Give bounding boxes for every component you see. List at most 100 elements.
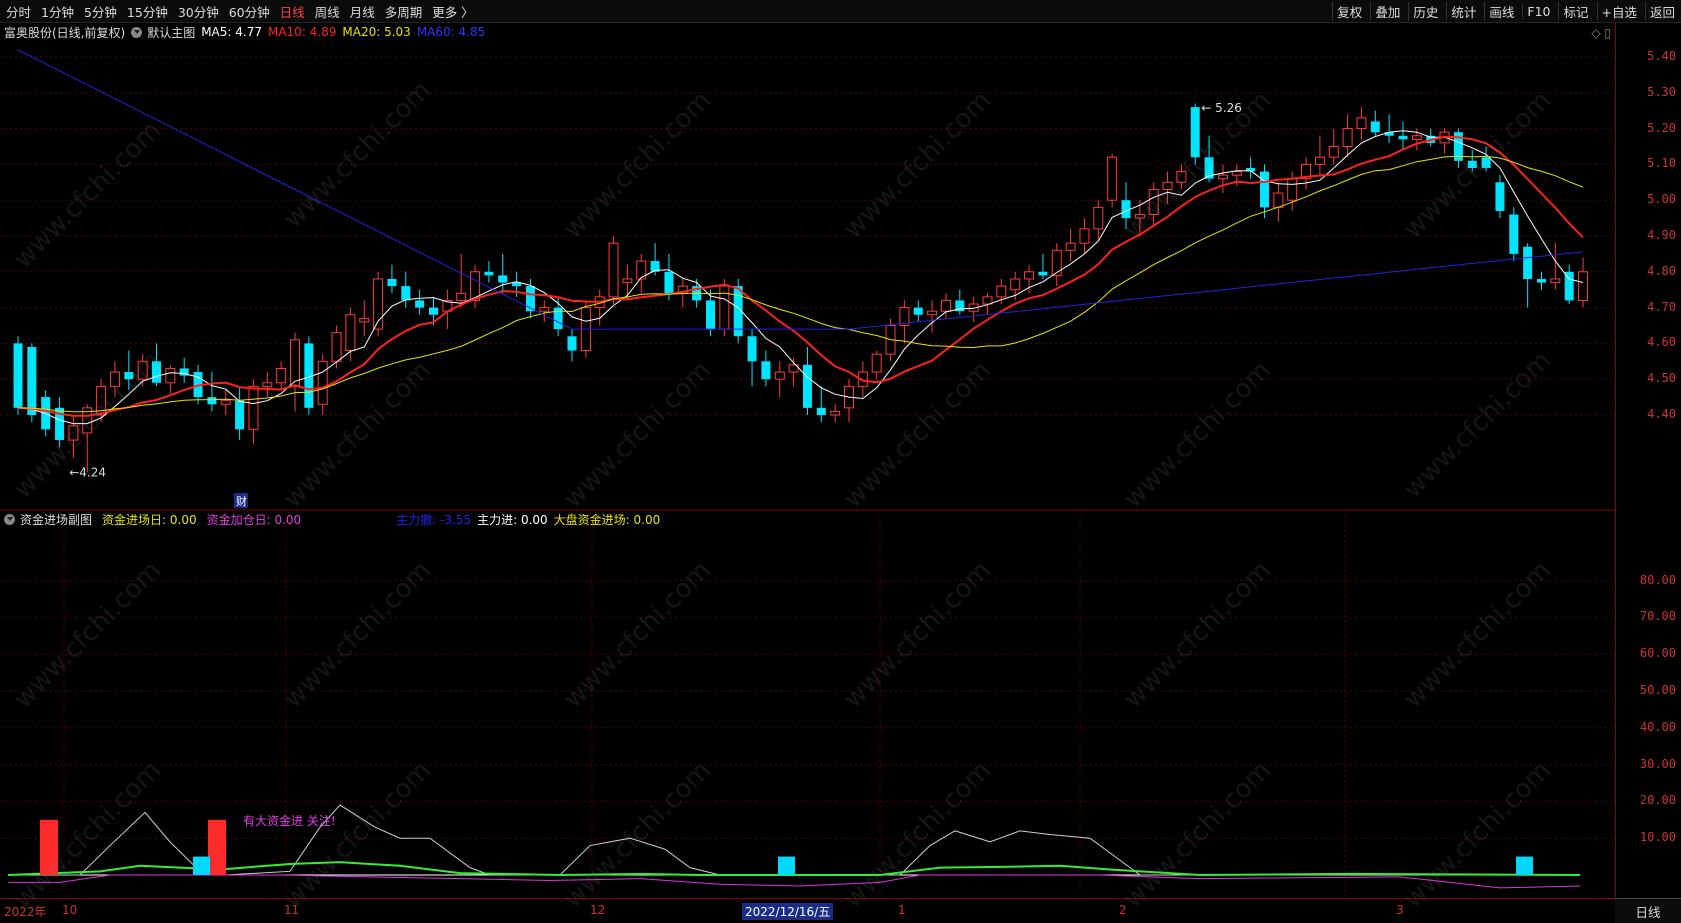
- period-toolbar: 分时 1分钟 5分钟 15分钟 30分钟 60分钟 日线 周线 月线 多周期 更多 〉 复权 叠加 历史…: [0, 0, 1681, 23]
- candle-body-up: [927, 310, 938, 316]
- candle-body-up: [1134, 214, 1145, 219]
- tool-button-2[interactable]: 历史: [1408, 1, 1442, 21]
- price-tick: 4.40: [1647, 407, 1676, 421]
- time-axis: 2022年 10 11 12 2022/12/16/五 1 2 3: [0, 898, 1615, 923]
- candle-body-down: [13, 343, 23, 408]
- candle-body-up: [248, 385, 259, 430]
- candle-body-up: [262, 382, 273, 387]
- time-label: 12: [590, 903, 606, 917]
- period-tab-4[interactable]: 30分钟: [178, 2, 219, 21]
- period-tab-10[interactable]: 更多 〉: [432, 2, 473, 21]
- price-tick: 5.30: [1647, 84, 1676, 99]
- candle-body-up: [774, 371, 785, 380]
- chart-corner-icons: ◇ ▯: [1591, 26, 1611, 40]
- fund-bar-red: [40, 819, 58, 875]
- sub-indicator-dropdown-icon[interactable]: [4, 513, 15, 525]
- period-tab-5[interactable]: 60分钟: [229, 2, 270, 21]
- market-fund-entry: 大盘资金进场: 0.00: [553, 512, 661, 527]
- sub-tick: 60.00: [1639, 646, 1676, 661]
- candle-body-up: [622, 278, 633, 284]
- tool-button-4[interactable]: 画线: [1484, 1, 1518, 21]
- candle-body-down: [706, 300, 715, 330]
- ma60-line: [17, 49, 1584, 330]
- price-tick: 4.80: [1647, 263, 1676, 278]
- candle-body-up: [220, 400, 231, 405]
- indicator-name[interactable]: 默认主图: [147, 24, 195, 41]
- candle-body-up: [608, 242, 619, 298]
- price-tick: 5.20: [1647, 120, 1676, 135]
- tool-button-8[interactable]: 返回: [1644, 1, 1679, 21]
- ma20-value: MA20: 5.03: [342, 25, 411, 39]
- candle-body-up: [1273, 192, 1284, 208]
- candle-body-up: [996, 285, 1007, 298]
- tool-button-5[interactable]: F10: [1522, 3, 1554, 19]
- tool-button-7[interactable]: +自选: [1596, 1, 1641, 21]
- time-label: 11: [284, 903, 300, 917]
- candle-body-up: [68, 425, 79, 441]
- candle-body-down: [1537, 278, 1546, 283]
- candle-body-down: [525, 286, 535, 312]
- candle-body-down: [1495, 182, 1505, 211]
- period-tab-7[interactable]: 周线: [315, 2, 340, 21]
- candle-body-down: [429, 307, 438, 315]
- period-tab-6[interactable]: 日线: [280, 2, 305, 21]
- sub-tick: 70.00: [1639, 609, 1676, 624]
- sub-indicator-name[interactable]: 资金进场副图: [20, 511, 92, 528]
- main-force-in: 主力进: 0.00: [477, 512, 548, 527]
- low-price-label: ←4.24: [69, 465, 106, 479]
- candle-body-up: [940, 299, 951, 312]
- price-chart[interactable]: ← 5.26 ←4.24 财有大资金进 关注!: [0, 22, 1615, 898]
- period-tab-2[interactable]: 5分钟: [84, 2, 117, 21]
- candle-body-down: [1509, 214, 1519, 254]
- fund-bar-red: [208, 819, 226, 875]
- tool-button-6[interactable]: 标记: [1558, 1, 1592, 21]
- candle-body-down: [498, 275, 508, 283]
- sub-note-label: 有大资金进 关注!: [243, 813, 336, 828]
- candle-body-up: [165, 367, 176, 384]
- ma10-value: MA10: 4.89: [267, 25, 337, 39]
- period-tab-8[interactable]: 月线: [350, 2, 375, 21]
- period-tab-daily[interactable]: 日线: [1615, 898, 1681, 923]
- candle-body-down: [1190, 107, 1200, 158]
- candle-body-up: [1107, 156, 1118, 201]
- oscillator-magenta: [8, 874, 1581, 889]
- period-tab-1[interactable]: 1分钟: [41, 2, 74, 21]
- candle-body-down: [1467, 160, 1477, 168]
- sub-tick: 20.00: [1639, 793, 1676, 808]
- tool-button-0[interactable]: 复权: [1332, 1, 1366, 21]
- candle-body-up: [456, 292, 467, 301]
- period-tab-3[interactable]: 15分钟: [127, 2, 168, 21]
- candle-body-down: [387, 278, 397, 287]
- ma20-line: [17, 155, 1584, 413]
- period-tab-0[interactable]: 分时: [6, 2, 31, 21]
- indicator-dropdown-icon[interactable]: [131, 26, 143, 38]
- fund-bar-cyan: [1516, 856, 1533, 875]
- candle-body-up: [1079, 228, 1090, 244]
- panel-icon[interactable]: ▯: [1604, 26, 1611, 40]
- candle-body-up: [1148, 188, 1159, 216]
- candle-body-down: [1523, 246, 1533, 279]
- main-force-out: 主力撤: -3.55: [396, 512, 472, 527]
- sub-tick: 40.00: [1639, 719, 1676, 734]
- candle-body-down: [27, 346, 37, 415]
- candle-body-down: [152, 361, 161, 383]
- ma5-value: MA5: 4.77: [201, 25, 262, 39]
- tool-buttons: 复权 叠加 历史 统计 画线 F10 标记 +自选 返回: [1328, 0, 1679, 22]
- candle-body-down: [747, 336, 757, 362]
- candle-body-up: [331, 332, 342, 362]
- candle-body-up: [1051, 249, 1062, 276]
- candle-body-up: [317, 360, 328, 405]
- candle-body-down: [484, 271, 494, 276]
- candle-body-down: [567, 336, 577, 351]
- candle-body-up: [1231, 171, 1242, 176]
- tool-button-3[interactable]: 统计: [1446, 1, 1480, 21]
- period-tab-9[interactable]: 多周期: [385, 2, 423, 21]
- time-label: 10: [62, 903, 78, 917]
- candle-body-up: [1328, 146, 1339, 158]
- fund-add-day: 资金加仓日: 0.00: [206, 512, 302, 527]
- candle-body-down: [761, 361, 771, 380]
- period-tabs: 分时 1分钟 5分钟 15分钟 30分钟 60分钟 日线 周线 月线 多周期 更多 〉: [6, 0, 484, 22]
- diamond-icon[interactable]: ◇: [1591, 26, 1600, 40]
- high-price-label: ← 5.26: [1201, 101, 1242, 115]
- tool-button-1[interactable]: 叠加: [1370, 1, 1404, 21]
